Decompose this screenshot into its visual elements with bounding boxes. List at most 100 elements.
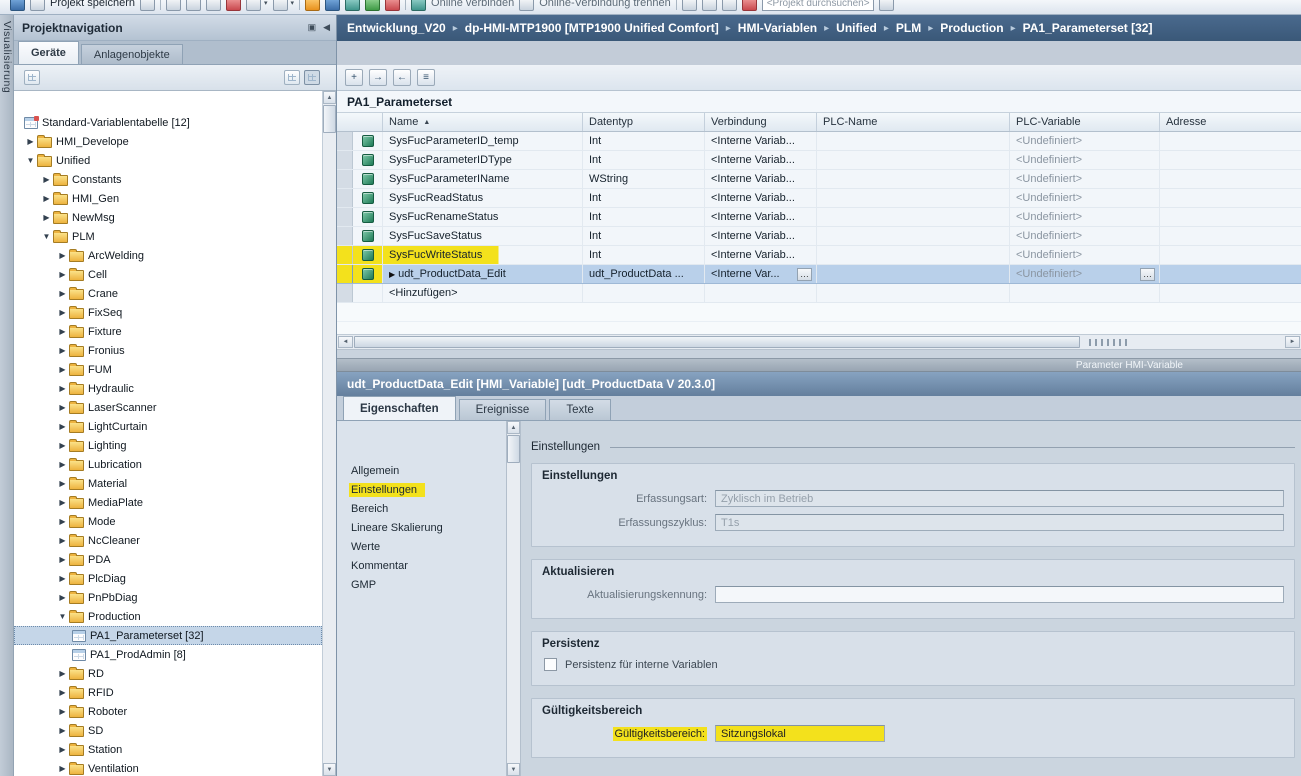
tree-item[interactable]: ▶ NewMsg: [14, 208, 322, 227]
tree-item[interactable]: ▶ Lubrication: [14, 455, 322, 474]
column-header-name[interactable]: Name ▲: [383, 113, 583, 131]
tree-item[interactable]: ▶ PnPbDiag: [14, 588, 322, 607]
properties-nav-item[interactable]: Kommentar: [337, 556, 506, 575]
tree-item[interactable]: PA1_ProdAdmin [8]: [14, 645, 322, 664]
table-row[interactable]: SysFucReadStatus Int <Interne Variab... …: [337, 189, 1301, 208]
cell-name[interactable]: SysFucParameterIName: [383, 170, 583, 188]
cell-adresse[interactable]: [1160, 189, 1301, 207]
cell-verbindung[interactable]: <Interne Variab... …: [705, 227, 817, 245]
table-row[interactable]: SysFucParameterIName WString <Interne Va…: [337, 170, 1301, 189]
tree-item[interactable]: ▶ NcCleaner: [14, 531, 322, 550]
expand-arrow-icon[interactable]: ▶: [56, 479, 69, 488]
table-row[interactable]: SysFucParameterIDType Int <Interne Varia…: [337, 151, 1301, 170]
column-split-grip[interactable]: [1089, 339, 1127, 346]
redo-icon[interactable]: [273, 0, 288, 11]
download-to-device-icon[interactable]: [325, 0, 340, 11]
expand-arrow-icon[interactable]: ▶: [56, 441, 69, 450]
cell-datentyp[interactable]: Int: [583, 208, 705, 226]
tree-item[interactable]: ▶ HMI_Develope: [14, 132, 322, 151]
scroll-down-button[interactable]: [323, 763, 336, 776]
expand-arrow-icon[interactable]: ▶: [56, 745, 69, 754]
tree-item[interactable]: ▶ Ventilation: [14, 759, 322, 776]
column-header-plc-name[interactable]: PLC-Name: [817, 113, 1010, 131]
cell-verbindung[interactable]: <Interne Variab... …: [705, 246, 817, 264]
object-browser-icon[interactable]: [24, 70, 40, 85]
tree-item[interactable]: ▶ Mode: [14, 512, 322, 531]
save-project-icon[interactable]: [30, 0, 45, 11]
cell-name[interactable]: SysFucSaveStatus: [383, 227, 583, 245]
expand-arrow-icon[interactable]: ▼: [40, 232, 53, 241]
column-header-verbindung[interactable]: Verbindung: [705, 113, 817, 131]
tree-item[interactable]: ▶ Station: [14, 740, 322, 759]
cell-datentyp[interactable]: Int: [583, 227, 705, 245]
browse-button[interactable]: …: [797, 268, 812, 281]
properties-nav-item[interactable]: Einstellungen: [337, 480, 506, 499]
expand-arrow-icon[interactable]: ▶: [56, 289, 69, 298]
cell-adresse[interactable]: [1160, 246, 1301, 264]
redo-dropdown-icon[interactable]: ▾: [291, 0, 295, 7]
cell-plc-name[interactable]: [817, 170, 1010, 188]
cell-adresse[interactable]: [1160, 208, 1301, 226]
tree-item[interactable]: PA1_Parameterset [32]: [14, 626, 322, 645]
expand-arrow-icon[interactable]: ▶: [56, 555, 69, 564]
expand-arrow-icon[interactable]: ▼: [24, 156, 37, 165]
cell-plc-variable[interactable]: <Undefiniert> …: [1010, 227, 1160, 245]
expand-arrow-icon[interactable]: ▶: [56, 384, 69, 393]
search-options-icon[interactable]: [879, 0, 894, 11]
cell-name[interactable]: SysFucRenameStatus: [383, 208, 583, 226]
add-row[interactable]: <Hinzufügen>: [337, 284, 1301, 303]
table-row[interactable]: SysFucRenameStatus Int <Interne Variab..…: [337, 208, 1301, 227]
properties-nav-item[interactable]: Allgemein: [337, 461, 506, 480]
breadcrumb-item[interactable]: HMI-Variablen: [719, 21, 817, 35]
scroll-up-button[interactable]: [323, 91, 336, 104]
tree-item[interactable]: ▶ SD: [14, 721, 322, 740]
cell-name[interactable]: udt_ProductData_Edit: [383, 265, 583, 283]
properties-tab[interactable]: Ereignisse: [459, 399, 547, 420]
expand-arrow-icon[interactable]: ▶: [40, 175, 53, 184]
expand-arrow-icon[interactable]: ▶: [56, 726, 69, 735]
cell-plc-variable[interactable]: <Undefiniert> …: [1010, 132, 1160, 150]
update-id-input[interactable]: [715, 586, 1284, 603]
properties-nav-item[interactable]: Bereich: [337, 499, 506, 518]
cell-plc-variable[interactable]: <Undefiniert> …: [1010, 170, 1160, 188]
properties-nav-item[interactable]: GMP: [337, 575, 506, 594]
print-icon[interactable]: [140, 0, 155, 11]
tree-item[interactable]: ▶ FixSeq: [14, 303, 322, 322]
tree-item[interactable]: ▶ Crane: [14, 284, 322, 303]
tree-item[interactable]: ▶ Cell: [14, 265, 322, 284]
export-icon[interactable]: →: [369, 69, 387, 86]
expand-arrow-icon[interactable]: ▶: [56, 593, 69, 602]
project-search-input[interactable]: <Projekt durchsuchen>: [762, 0, 874, 11]
details-view-icon[interactable]: [304, 70, 320, 85]
go-online-button[interactable]: Online verbinden: [431, 0, 514, 9]
delete-icon[interactable]: [226, 0, 241, 11]
cell-plc-name[interactable]: [817, 227, 1010, 245]
tree-item[interactable]: ▶ PDA: [14, 550, 322, 569]
table-row[interactable]: udt_ProductData_Edit udt_ProductData ...…: [337, 265, 1301, 284]
expand-arrow-icon[interactable]: ▶: [56, 669, 69, 678]
cell-datentyp[interactable]: Int: [583, 189, 705, 207]
properties-nav-item[interactable]: Lineare Skalierung: [337, 518, 506, 537]
tree-item[interactable]: ▶ Constants: [14, 170, 322, 189]
cell-datentyp[interactable]: Int: [583, 246, 705, 264]
collapse-panel-icon[interactable]: ◀: [323, 22, 330, 33]
cell-plc-name[interactable]: [817, 132, 1010, 150]
expand-arrow-icon[interactable]: ▶: [56, 365, 69, 374]
tree-item[interactable]: ▶ MediaPlate: [14, 493, 322, 512]
breadcrumb-item[interactable]: PLM: [877, 21, 921, 35]
row-grip[interactable]: [337, 132, 353, 150]
go-offline-icon[interactable]: [519, 0, 534, 11]
properties-tab[interactable]: Texte: [549, 399, 611, 420]
tree-item[interactable]: ▶ Hydraulic: [14, 379, 322, 398]
copy-icon[interactable]: [186, 0, 201, 11]
cell-name[interactable]: SysFucReadStatus: [383, 189, 583, 207]
window-layout-icon[interactable]: [722, 0, 737, 11]
cell-plc-name[interactable]: [817, 246, 1010, 264]
start-simulation-icon[interactable]: [365, 0, 380, 11]
expand-arrow-icon[interactable]: ▶: [40, 213, 53, 222]
cell-plc-variable[interactable]: <Undefiniert> …: [1010, 151, 1160, 169]
expand-arrow-icon[interactable]: ▶: [56, 574, 69, 583]
expand-arrow-icon[interactable]: ▶: [40, 194, 53, 203]
cell-plc-name[interactable]: [817, 265, 1010, 283]
expand-arrow-icon[interactable]: ▶: [56, 517, 69, 526]
